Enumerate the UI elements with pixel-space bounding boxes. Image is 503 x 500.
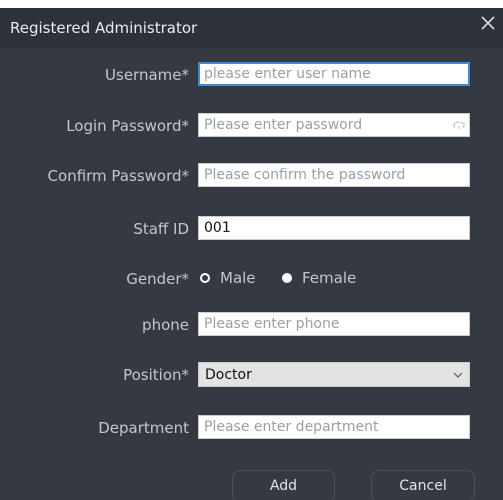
confirm-password-row: Confirm Password* (0, 163, 503, 189)
cancel-button[interactable]: Cancel (371, 470, 475, 500)
department-row: Department (0, 415, 503, 441)
department-label: Department (98, 419, 189, 437)
phone-input[interactable] (198, 312, 470, 336)
confirm-password-label: Confirm Password* (47, 167, 189, 185)
staff-id-input[interactable] (198, 216, 470, 240)
phone-label: phone (142, 316, 189, 334)
login-password-row: Login Password* (0, 113, 503, 139)
login-password-input[interactable] (198, 113, 470, 137)
login-password-label: Login Password* (66, 117, 189, 135)
gender-female-label: Female (302, 269, 357, 287)
dialog-title: Registered Administrator (10, 19, 198, 37)
dialog-titlebar: Registered Administrator (0, 8, 503, 48)
radio-unselected-icon (282, 273, 292, 283)
add-button[interactable]: Add (232, 470, 335, 500)
username-input[interactable] (198, 62, 470, 86)
staff-id-row: Staff ID (0, 216, 503, 242)
username-label: Username* (105, 66, 189, 84)
register-admin-dialog: Registered Administrator Username* Login… (0, 8, 503, 500)
password-visibility-icon[interactable] (452, 120, 466, 130)
department-input[interactable] (198, 415, 470, 439)
gender-male-label: Male (220, 269, 256, 287)
username-row: Username* (0, 62, 503, 88)
radio-selected-icon (200, 273, 210, 283)
chevron-down-icon (453, 372, 463, 378)
staff-id-label: Staff ID (133, 220, 189, 238)
position-select[interactable]: Doctor (198, 362, 470, 387)
gender-row: Gender* Male Female (0, 266, 503, 292)
position-label: Position* (123, 366, 189, 384)
position-row: Position* Doctor (0, 362, 503, 388)
gender-label: Gender* (126, 270, 189, 288)
phone-row: phone (0, 312, 503, 338)
confirm-password-input[interactable] (198, 163, 470, 187)
position-selected-value: Doctor (205, 367, 252, 383)
close-icon[interactable] (479, 14, 497, 32)
